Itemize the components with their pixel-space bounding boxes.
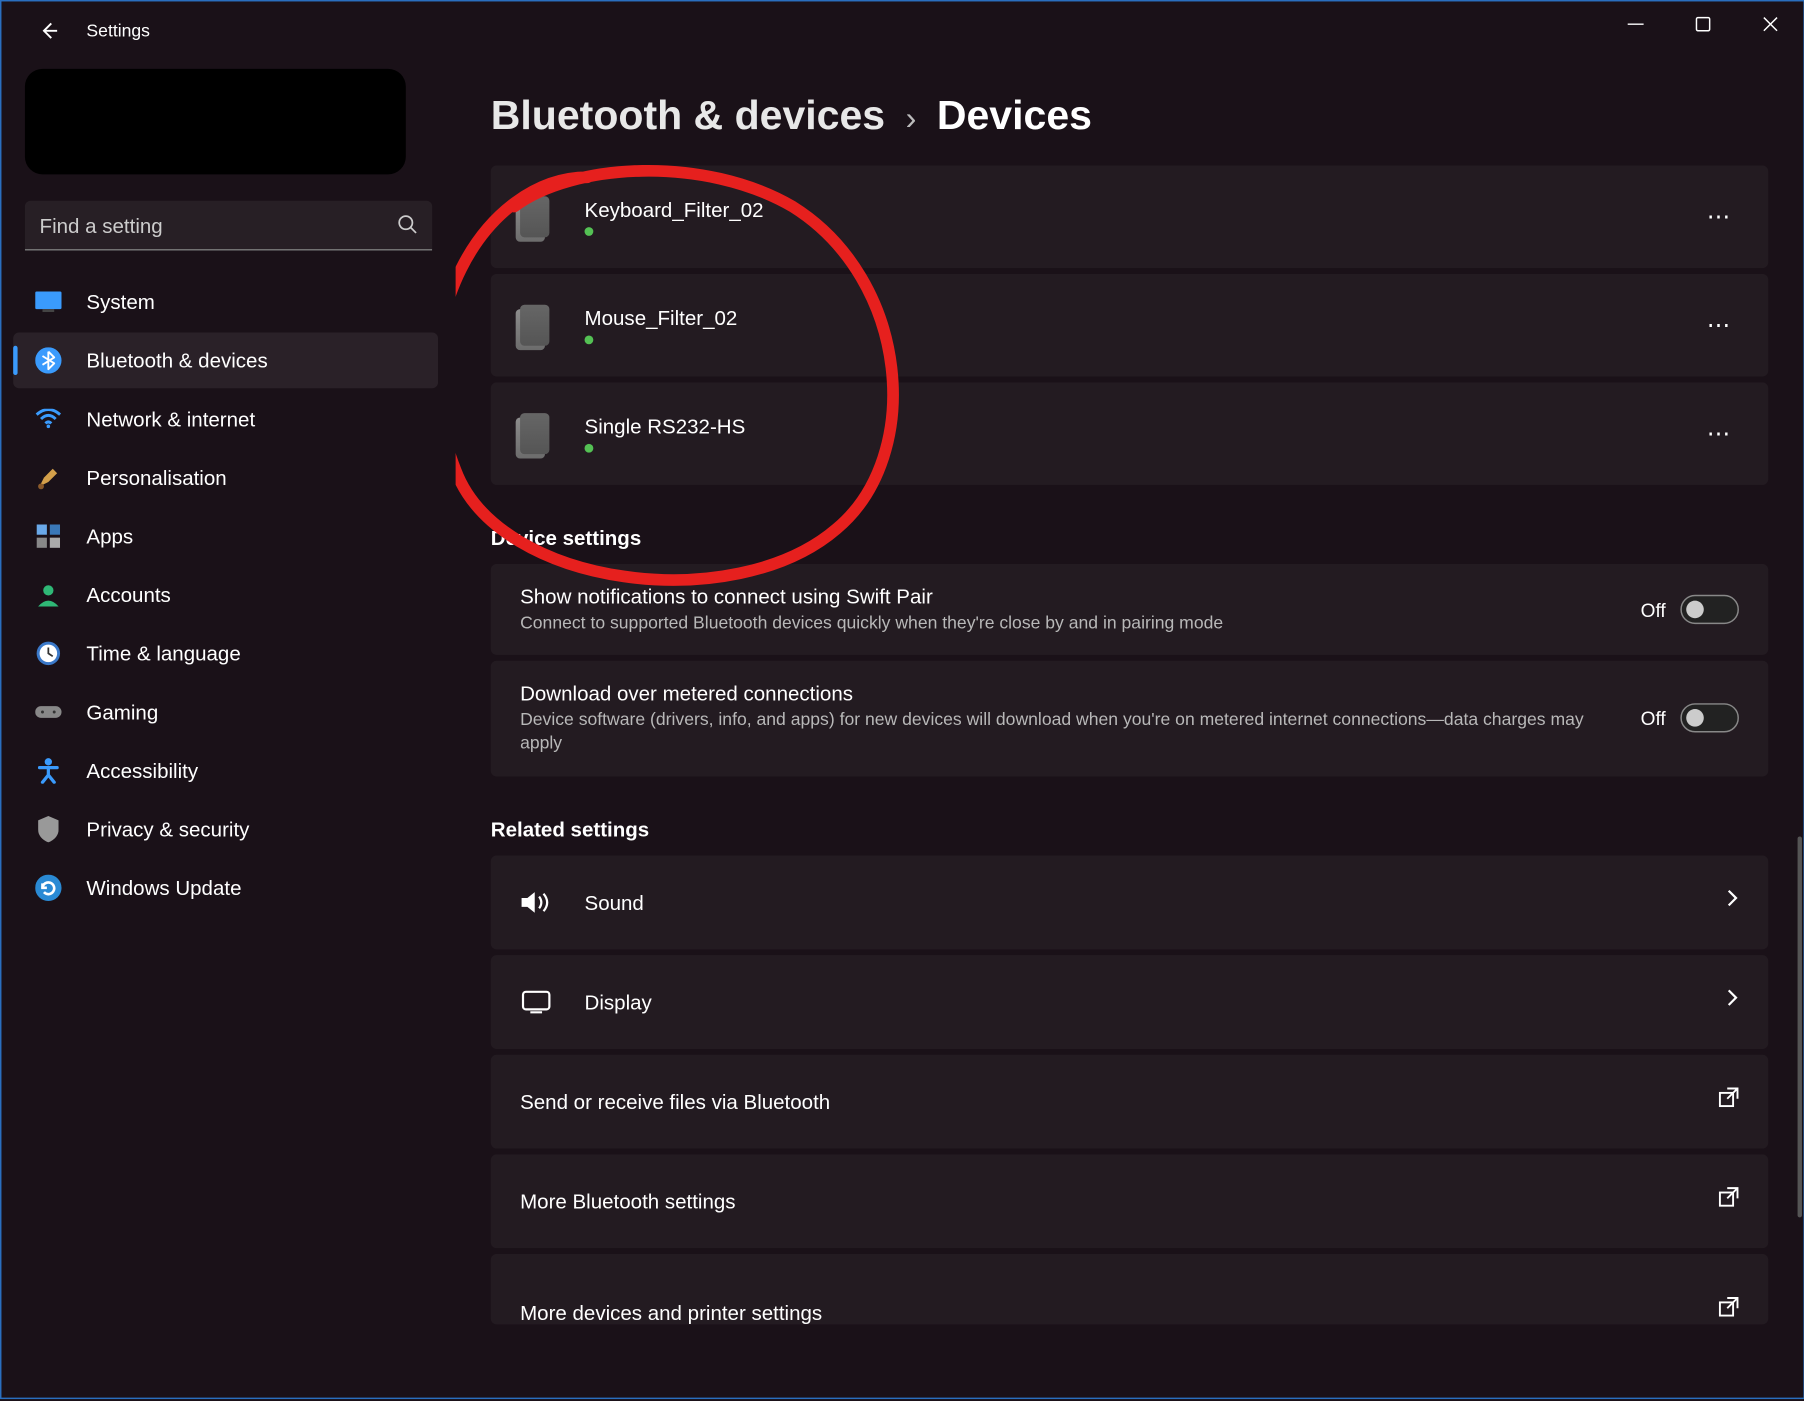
sidebar-item-accessibility[interactable]: Accessibility bbox=[13, 743, 438, 799]
link-row-bt-files[interactable]: Send or receive files via Bluetooth bbox=[491, 1054, 1768, 1148]
sidebar-item-gaming[interactable]: Gaming bbox=[13, 684, 438, 740]
user-profile-redacted bbox=[25, 69, 406, 174]
link-title: Send or receive files via Bluetooth bbox=[520, 1089, 1718, 1112]
toggle-state: Off bbox=[1641, 707, 1666, 729]
titlebar: Settings bbox=[1, 1, 1803, 60]
toggle-row-swift-pair: Show notifications to connect using Swif… bbox=[491, 564, 1768, 655]
section-header-device-settings: Device settings bbox=[491, 526, 1768, 549]
sidebar-item-label: System bbox=[86, 290, 154, 313]
device-row[interactable]: Mouse_Filter_02 ⋯ bbox=[491, 274, 1768, 377]
external-link-icon bbox=[1718, 1087, 1739, 1115]
device-row[interactable]: Keyboard_Filter_02 ⋯ bbox=[491, 166, 1768, 269]
maximize-button[interactable] bbox=[1669, 1, 1736, 45]
search-input[interactable] bbox=[25, 201, 432, 251]
close-button[interactable] bbox=[1736, 1, 1803, 45]
device-icon bbox=[520, 196, 549, 237]
chevron-right-icon: › bbox=[906, 100, 917, 138]
minimize-button[interactable] bbox=[1601, 1, 1668, 45]
device-name: Keyboard_Filter_02 bbox=[585, 198, 1698, 221]
person-icon bbox=[34, 580, 63, 609]
sidebar-item-network[interactable]: Network & internet bbox=[13, 391, 438, 447]
back-button[interactable] bbox=[31, 13, 66, 48]
toggle-row-metered: Download over metered connections Device… bbox=[491, 661, 1768, 776]
search-icon bbox=[397, 214, 418, 242]
sidebar-item-windows-update[interactable]: Windows Update bbox=[13, 860, 438, 916]
sidebar-item-label: Apps bbox=[86, 524, 133, 547]
device-more-button[interactable]: ⋯ bbox=[1698, 410, 1739, 457]
system-icon bbox=[34, 287, 63, 316]
device-more-button[interactable]: ⋯ bbox=[1698, 302, 1739, 349]
shield-icon bbox=[34, 815, 63, 844]
wifi-icon bbox=[34, 404, 63, 433]
sidebar-item-apps[interactable]: Apps bbox=[13, 508, 438, 564]
gamepad-icon bbox=[34, 697, 63, 726]
chevron-right-icon bbox=[1724, 888, 1739, 916]
device-name: Single RS232-HS bbox=[585, 415, 1698, 438]
link-row-sound[interactable]: Sound bbox=[491, 855, 1768, 949]
sidebar-item-bluetooth-devices[interactable]: Bluetooth & devices bbox=[13, 333, 438, 389]
external-link-icon bbox=[1718, 1187, 1739, 1215]
device-name: Mouse_Filter_02 bbox=[585, 306, 1698, 329]
paintbrush-icon bbox=[34, 463, 63, 492]
sidebar: System Bluetooth & devices Network & int… bbox=[1, 60, 455, 1398]
sidebar-item-time-language[interactable]: Time & language bbox=[13, 626, 438, 682]
sidebar-item-personalisation[interactable]: Personalisation bbox=[13, 450, 438, 506]
main-content: Bluetooth & devices › Devices Keyboard_F… bbox=[456, 60, 1804, 1398]
device-icon bbox=[520, 413, 549, 454]
speaker-icon bbox=[520, 889, 552, 915]
breadcrumb-current: Devices bbox=[937, 92, 1092, 139]
bluetooth-icon bbox=[34, 346, 63, 375]
toggle-desc: Connect to supported Bluetooth devices q… bbox=[520, 611, 1611, 635]
update-icon bbox=[34, 873, 63, 902]
section-header-related: Related settings bbox=[491, 817, 1768, 840]
device-more-button[interactable]: ⋯ bbox=[1698, 193, 1739, 240]
accessibility-icon bbox=[34, 756, 63, 785]
toggle-switch[interactable] bbox=[1680, 595, 1739, 624]
chevron-right-icon bbox=[1724, 988, 1739, 1016]
toggle-switch[interactable] bbox=[1680, 704, 1739, 733]
link-title: More devices and printer settings bbox=[520, 1300, 1718, 1323]
link-row-display[interactable]: Display bbox=[491, 955, 1768, 1049]
sidebar-item-accounts[interactable]: Accounts bbox=[13, 567, 438, 623]
toggle-title: Download over metered connections bbox=[520, 681, 1611, 704]
toggle-state: Off bbox=[1641, 599, 1666, 621]
sidebar-item-label: Gaming bbox=[86, 700, 158, 723]
sidebar-item-label: Network & internet bbox=[86, 407, 255, 430]
apps-icon bbox=[34, 522, 63, 551]
device-row[interactable]: Single RS232-HS ⋯ bbox=[491, 382, 1768, 485]
sidebar-item-label: Privacy & security bbox=[86, 817, 249, 840]
sidebar-item-label: Bluetooth & devices bbox=[86, 349, 267, 372]
status-dot-icon bbox=[585, 444, 594, 453]
sidebar-item-label: Windows Update bbox=[86, 876, 241, 899]
status-dot-icon bbox=[585, 227, 594, 236]
link-title: Sound bbox=[585, 890, 1725, 913]
external-link-icon bbox=[1718, 1296, 1739, 1324]
link-title: More Bluetooth settings bbox=[520, 1189, 1718, 1212]
link-row-devices-printers[interactable]: More devices and printer settings bbox=[491, 1253, 1768, 1323]
link-row-bt-settings[interactable]: More Bluetooth settings bbox=[491, 1154, 1768, 1248]
status-dot-icon bbox=[585, 335, 594, 344]
sidebar-item-label: Accessibility bbox=[86, 759, 198, 782]
sidebar-item-label: Time & language bbox=[86, 642, 240, 665]
breadcrumb: Bluetooth & devices › Devices bbox=[491, 60, 1768, 165]
display-icon bbox=[520, 990, 552, 1013]
window-title: Settings bbox=[86, 21, 150, 42]
sidebar-item-label: Personalisation bbox=[86, 466, 226, 489]
search-input-wrap bbox=[25, 201, 432, 251]
scrollbar[interactable] bbox=[1798, 837, 1802, 1218]
breadcrumb-parent[interactable]: Bluetooth & devices bbox=[491, 92, 885, 139]
device-icon bbox=[520, 305, 549, 346]
toggle-title: Show notifications to connect using Swif… bbox=[520, 585, 1611, 608]
sidebar-item-privacy-security[interactable]: Privacy & security bbox=[13, 801, 438, 857]
sidebar-item-system[interactable]: System bbox=[13, 274, 438, 330]
sidebar-item-label: Accounts bbox=[86, 583, 170, 606]
clock-icon bbox=[34, 639, 63, 668]
link-title: Display bbox=[585, 990, 1725, 1013]
toggle-desc: Device software (drivers, info, and apps… bbox=[520, 708, 1611, 755]
